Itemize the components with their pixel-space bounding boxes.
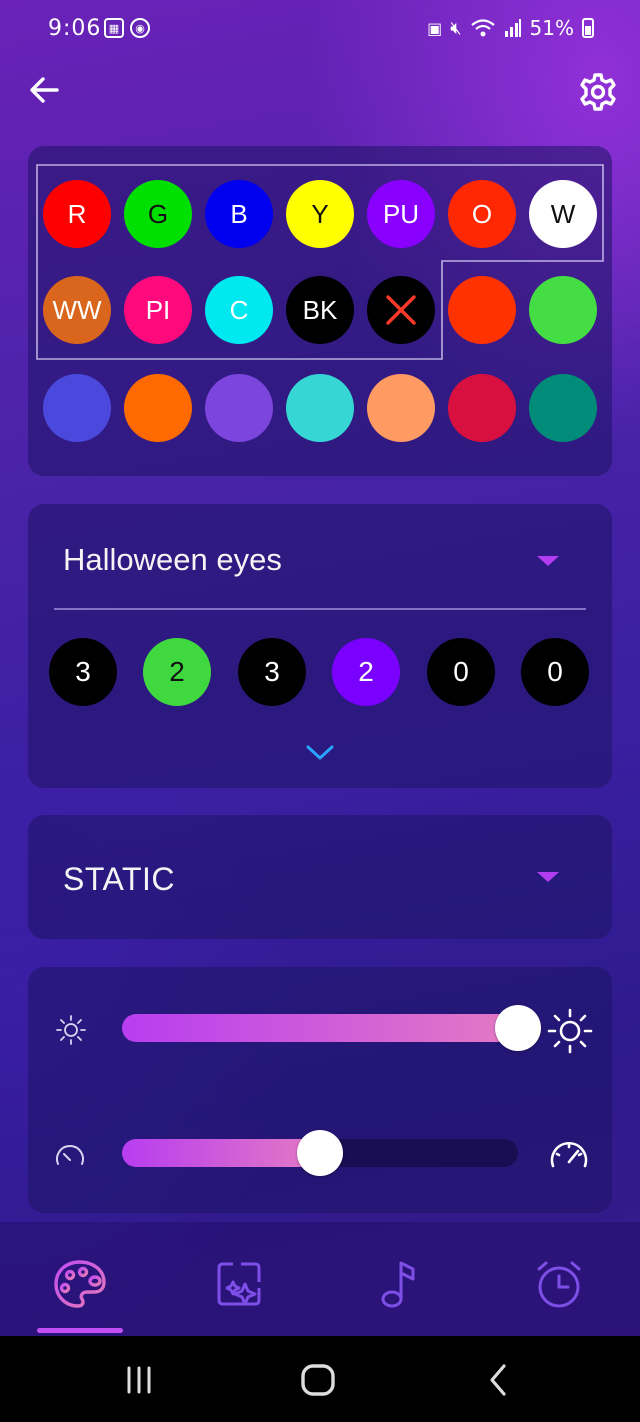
mute-icon: 🔇︎: [450, 17, 462, 39]
segment-count-dot[interactable]: 0: [427, 638, 495, 706]
color-swatch[interactable]: W: [529, 180, 597, 248]
status-left-icons: ▦ ◉: [104, 18, 150, 38]
color-swatch-label: Y: [311, 198, 329, 229]
home-button[interactable]: [298, 1360, 338, 1400]
segment-count-value: 2: [169, 656, 185, 687]
alarm-clock-icon: [537, 1261, 581, 1308]
status-right-icons: ▣ 🔇︎ 51%: [427, 16, 594, 40]
color-swatch[interactable]: [529, 374, 597, 442]
color-swatch-label: PI: [145, 294, 171, 325]
mode-title[interactable]: Halloween eyes: [63, 542, 282, 578]
brightness-thumb[interactable]: [495, 1005, 541, 1051]
battery-percent: 51%: [529, 16, 574, 40]
arrow-left-icon: [30, 77, 59, 103]
nav-colors[interactable]: [48, 1252, 112, 1316]
nav-scenes[interactable]: [207, 1252, 271, 1316]
slider-card: [28, 967, 612, 1213]
palette-icon: [54, 1260, 106, 1308]
color-swatch[interactable]: [529, 276, 597, 344]
sun-small-icon: [56, 1015, 86, 1045]
clear-color-button[interactable]: [367, 276, 435, 344]
gallery-icon: ▦: [104, 18, 124, 38]
bottom-nav: [0, 1222, 640, 1336]
sparkle-icon: [217, 1262, 261, 1306]
nav-music[interactable]: [366, 1252, 430, 1316]
home-icon: [301, 1364, 335, 1396]
speed-fill: [122, 1139, 320, 1167]
segment-count-dot[interactable]: 2: [143, 638, 211, 706]
segment-count-dot[interactable]: 2: [332, 638, 400, 706]
segment-count-value: 0: [453, 656, 469, 687]
color-swatch[interactable]: [43, 374, 111, 442]
segment-count-value: 2: [358, 656, 374, 687]
effect-title[interactable]: STATIC: [63, 861, 175, 898]
music-note-icon: [381, 1261, 415, 1308]
effect-card[interactable]: STATIC: [28, 815, 612, 939]
gear-icon: [580, 73, 616, 111]
color-swatch[interactable]: [205, 374, 273, 442]
speed-slider[interactable]: [122, 1130, 518, 1176]
color-swatch[interactable]: C: [205, 276, 273, 344]
color-swatch-label: G: [147, 198, 169, 229]
mode-divider: [54, 608, 586, 610]
color-swatch[interactable]: [124, 374, 192, 442]
speed-thumb[interactable]: [297, 1130, 343, 1176]
brightness-slider[interactable]: [122, 1005, 541, 1051]
color-swatch[interactable]: R: [43, 180, 111, 248]
color-swatch-label: C: [229, 294, 249, 325]
effect-dropdown-icon[interactable]: [537, 872, 559, 882]
signal-icon: [504, 19, 521, 37]
mode-dropdown-icon[interactable]: [537, 556, 559, 566]
color-swatch-label: B: [230, 198, 248, 229]
x-icon: [386, 295, 416, 325]
color-swatch[interactable]: [286, 374, 354, 442]
nav-active-indicator: [37, 1328, 123, 1333]
recent-apps-icon: [127, 1366, 151, 1394]
color-swatch[interactable]: BK: [286, 276, 354, 344]
color-swatch-label: R: [67, 198, 87, 229]
color-swatch[interactable]: B: [205, 180, 273, 248]
color-swatch-label: O: [471, 198, 493, 229]
color-swatch[interactable]: Y: [286, 180, 354, 248]
color-swatch[interactable]: O: [448, 180, 516, 248]
recent-apps-button[interactable]: [119, 1360, 159, 1400]
segment-count-value: 0: [547, 656, 563, 687]
segment-count-dot[interactable]: 3: [49, 638, 117, 706]
sun-large-icon: [547, 1008, 593, 1054]
brightness-fill: [122, 1014, 518, 1042]
color-swatch[interactable]: WW: [43, 276, 111, 344]
nfc-icon: ▣: [427, 18, 443, 38]
battery-icon: [582, 18, 594, 38]
status-time: 9:06: [48, 16, 102, 41]
color-swatch-label: WW: [52, 294, 102, 325]
color-swatch[interactable]: [367, 374, 435, 442]
nav-timer[interactable]: [527, 1252, 591, 1316]
segment-count-dot[interactable]: 3: [238, 638, 306, 706]
wifi-icon: [470, 19, 495, 37]
segment-count-dot[interactable]: 0: [521, 638, 589, 706]
system-back-button[interactable]: [478, 1360, 518, 1400]
segment-count-value: 3: [264, 656, 280, 687]
color-swatch-label: PU: [382, 198, 420, 229]
color-swatch[interactable]: [448, 374, 516, 442]
chevron-down-icon[interactable]: [303, 742, 337, 764]
color-swatch[interactable]: G: [124, 180, 192, 248]
system-nav-bar: [0, 1336, 640, 1422]
back-button[interactable]: [24, 70, 64, 110]
color-swatch[interactable]: PU: [367, 180, 435, 248]
settings-button[interactable]: [576, 70, 620, 114]
color-swatch-label: W: [550, 198, 576, 229]
color-swatch[interactable]: [448, 276, 516, 344]
color-swatch[interactable]: PI: [124, 276, 192, 344]
color-swatch-label: BK: [302, 294, 338, 325]
mode-card: Halloween eyes 3 2 3 2 0 0: [28, 504, 612, 788]
shield-icon: ◉: [130, 18, 150, 38]
segment-count-value: 3: [75, 656, 91, 687]
speedometer-slow-icon: [56, 1145, 84, 1165]
speedometer-fast-icon: [550, 1142, 588, 1168]
color-palette-card: R G B Y PU O W WW PI C BK: [28, 146, 612, 476]
chevron-left-icon: [490, 1364, 506, 1396]
